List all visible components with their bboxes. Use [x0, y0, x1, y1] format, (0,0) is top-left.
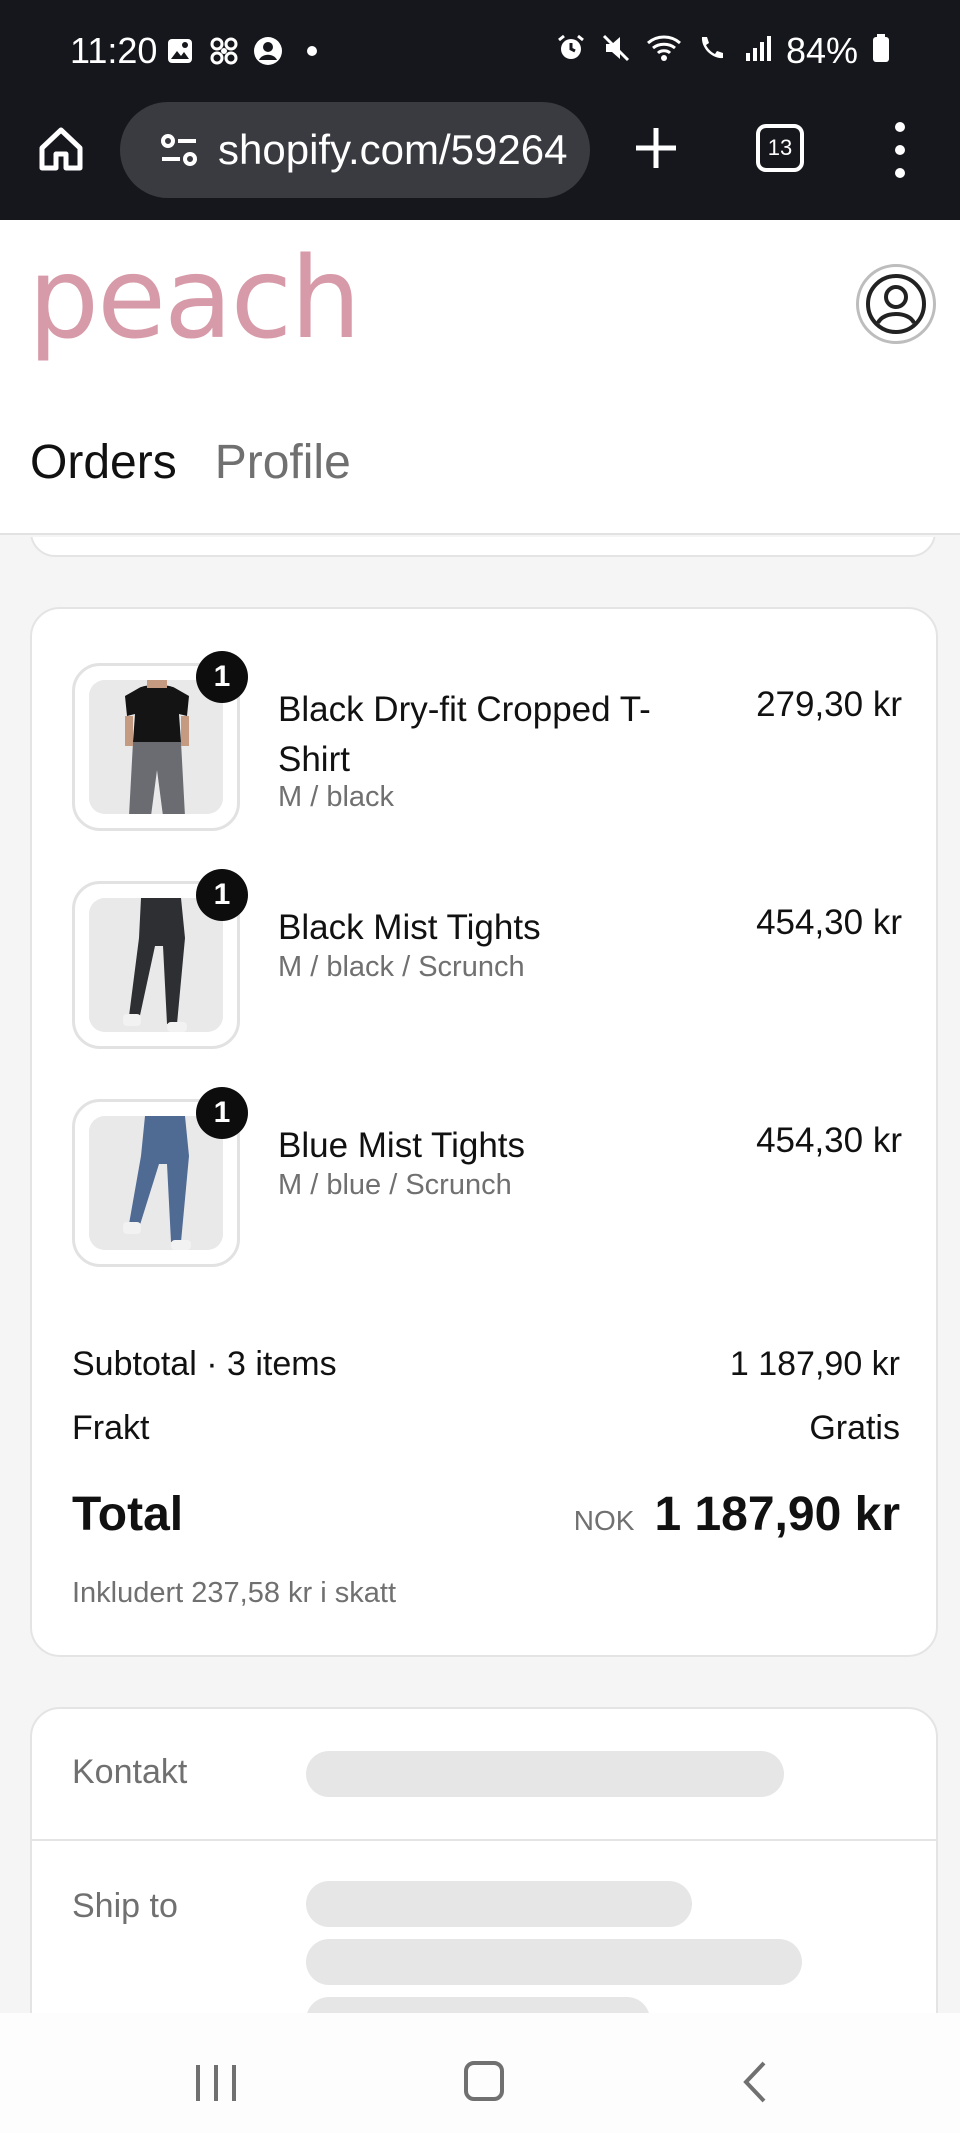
bar	[196, 2065, 200, 2101]
line-item: 1 Blue Mist Tights M / blue / Scrunch 45…	[72, 1087, 902, 1267]
battery-level: 84%	[785, 30, 858, 71]
home-icon	[39, 127, 83, 171]
total-amount-group: NOK 1 187,90 kr	[574, 1487, 900, 1542]
total-label: Total	[72, 1488, 184, 1541]
contact-skeleton	[306, 1751, 784, 1797]
tab-orders[interactable]: Orders	[30, 435, 177, 490]
account-circle-icon	[253, 36, 283, 66]
tab-switcher-button[interactable]: 13	[756, 124, 804, 172]
subtotal-row: Subtotal · 3 items 1 187,90 kr	[72, 1345, 900, 1384]
shipping-row: Frakt Gratis	[72, 1409, 900, 1448]
address-bar[interactable]: shopify.com/59264	[120, 102, 590, 198]
site-header: peach Orders Profile	[0, 220, 960, 535]
status-time: 11:20	[70, 30, 158, 71]
dot	[895, 122, 905, 132]
line-item: 1 Black Dry-fit Cropped T-Shirt M / blac…	[72, 651, 902, 831]
previous-card	[30, 537, 936, 557]
tax-note: Inkludert 237,58 kr i skatt	[72, 1577, 396, 1609]
ship-to-label: Ship to	[72, 1887, 178, 1925]
back-button[interactable]	[740, 2059, 770, 2105]
home-nav-button[interactable]	[464, 2061, 504, 2101]
dot	[895, 145, 905, 155]
system-navigation-bar	[0, 2013, 960, 2133]
site-settings-icon[interactable]	[156, 127, 202, 173]
notification-icons	[165, 36, 327, 66]
shipping-value: Gratis	[809, 1409, 900, 1447]
account-nav: Orders Profile	[30, 435, 351, 490]
alarm-icon	[556, 30, 586, 72]
shipping-label: Frakt	[72, 1409, 150, 1447]
item-price: 454,30 kr	[756, 903, 902, 942]
quantity-badge: 1	[196, 869, 248, 921]
signal-icon	[742, 30, 772, 72]
plus-icon	[636, 128, 676, 168]
subtotal-label: Subtotal · 3 items	[72, 1345, 337, 1383]
item-variant: M / black	[278, 781, 395, 813]
new-tab-button[interactable]	[630, 122, 682, 174]
customer-info-card: Kontakt Ship to	[30, 1707, 938, 2013]
item-name: Black Dry-fit Cropped T-Shirt	[278, 690, 651, 779]
item-name: Blue Mist Tights	[278, 1126, 526, 1165]
item-price: 279,30 kr	[756, 685, 902, 724]
quantity-badge: 1	[196, 1087, 248, 1139]
home-button[interactable]	[36, 124, 86, 174]
divider	[32, 1839, 936, 1841]
item-name: Black Mist Tights	[278, 908, 541, 947]
chevron-left-icon	[743, 2061, 766, 2103]
subtotal-value: 1 187,90 kr	[729, 1345, 900, 1383]
mute-icon	[600, 30, 632, 72]
wifi-call-icon	[696, 30, 728, 72]
total-row: Total NOK 1 187,90 kr	[72, 1487, 900, 1542]
gallery-icon	[165, 36, 195, 66]
order-summary-card: 1 Black Dry-fit Cropped T-Shirt M / blac…	[30, 607, 938, 1657]
recent-apps-button[interactable]	[196, 2065, 236, 2101]
user-icon	[866, 274, 926, 334]
address-skeleton	[306, 1997, 650, 2013]
dot	[895, 168, 905, 178]
battery-icon	[872, 30, 890, 72]
bar	[214, 2065, 218, 2101]
more-menu-button[interactable]	[890, 122, 910, 178]
currency-code: NOK	[573, 1505, 635, 1536]
item-variant: M / black / Scrunch	[278, 951, 525, 983]
address-skeleton	[306, 1939, 802, 1985]
tab-profile[interactable]: Profile	[215, 435, 351, 490]
address-skeleton	[306, 1881, 692, 1927]
contact-label: Kontakt	[72, 1753, 188, 1791]
total-amount: 1 187,90 kr	[654, 1488, 900, 1541]
status-bar: 11:20 84%	[0, 0, 960, 102]
wifi-icon	[646, 30, 682, 72]
product-image	[89, 898, 223, 1032]
product-image	[89, 680, 223, 814]
bar	[232, 2065, 236, 2101]
account-button[interactable]	[856, 264, 936, 344]
item-variant: M / blue / Scrunch	[278, 1169, 512, 1201]
fan-icon	[209, 36, 239, 66]
browser-toolbar: shopify.com/59264 13	[0, 102, 960, 220]
product-image	[89, 1116, 223, 1250]
line-item: 1 Black Mist Tights M / black / Scrunch …	[72, 869, 902, 1049]
quantity-badge: 1	[196, 651, 248, 703]
main-content: 1 Black Dry-fit Cropped T-Shirt M / blac…	[0, 537, 960, 2013]
dot-icon	[297, 36, 327, 66]
item-price: 454,30 kr	[756, 1121, 902, 1160]
peach-logo[interactable]: peach	[28, 234, 361, 364]
system-icons: 84%	[556, 30, 890, 72]
url-text[interactable]: shopify.com/59264	[218, 126, 567, 174]
